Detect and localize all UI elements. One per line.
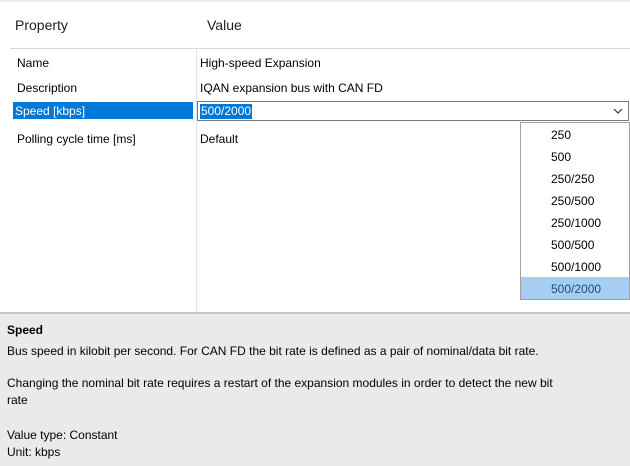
property-key: Description <box>17 81 78 95</box>
chevron-down-icon[interactable] <box>613 106 623 116</box>
dropdown-option[interactable]: 500 <box>521 145 629 167</box>
description-pane: Speed Bus speed in kilobit per second. F… <box>0 314 630 466</box>
description-text: Bus speed in kilobit per second. For CAN… <box>7 344 539 358</box>
dropdown-option[interactable]: 500/500 <box>521 233 629 255</box>
property-value[interactable]: Default <box>200 132 238 146</box>
dropdown-option-label[interactable]: 500/500 <box>551 238 594 252</box>
dropdown-option[interactable]: 250/250 <box>521 167 629 189</box>
dropdown-option-label[interactable]: 250/500 <box>551 194 594 208</box>
property-row-description[interactable]: Description IQAN expansion bus with CAN … <box>10 76 630 100</box>
dropdown-option-label[interactable]: 500/1000 <box>551 260 601 274</box>
property-key: Name <box>17 56 50 70</box>
dropdown-option-label[interactable]: 250/1000 <box>551 216 601 230</box>
value-type-text: Value type: Constant <box>7 428 118 442</box>
dropdown-option-label[interactable]: 500/2000 <box>551 282 601 296</box>
top-edge <box>0 0 630 2</box>
description-text: rate <box>7 393 28 407</box>
description-title: Speed <box>7 323 44 337</box>
property-key: Speed [kbps] <box>15 104 86 118</box>
property-row-speed[interactable]: Speed [kbps] 500/2000 <box>10 100 630 124</box>
unit-text: Unit: kbps <box>7 445 61 459</box>
dropdown-option[interactable]: 250/500 <box>521 189 629 211</box>
property-key: Polling cycle time [ms] <box>17 132 136 146</box>
property-value[interactable]: High-speed Expansion <box>200 56 321 70</box>
column-header-value[interactable]: Value <box>207 17 242 33</box>
column-header-property[interactable]: Property <box>15 17 68 33</box>
property-value[interactable]: IQAN expansion bus with CAN FD <box>200 81 383 95</box>
dropdown-option[interactable]: 250/1000 <box>521 211 629 233</box>
dropdown-option-label[interactable]: 250/250 <box>551 172 594 186</box>
dropdown-option-label[interactable]: 250 <box>551 128 571 142</box>
dropdown-option[interactable]: 500/1000 <box>521 255 629 277</box>
dropdown-option[interactable]: 250 <box>521 123 629 145</box>
speed-dropdown-list[interactable]: 250 500 250/250 250/500 250/1000 500/500… <box>520 122 630 300</box>
dropdown-option-selected[interactable]: 500/2000 <box>521 277 629 299</box>
speed-combobox-value[interactable]: 500/2000 <box>200 104 253 119</box>
property-row-name[interactable]: Name High-speed Expansion <box>10 51 630 75</box>
property-grid-window: Property Value Name High-speed Expansion… <box>0 0 630 466</box>
speed-combobox[interactable]: 500/2000 <box>197 101 629 121</box>
grid-header: Property Value <box>0 0 630 48</box>
dropdown-option-label[interactable]: 500 <box>551 150 571 164</box>
description-text: Changing the nominal bit rate requires a… <box>7 376 553 390</box>
